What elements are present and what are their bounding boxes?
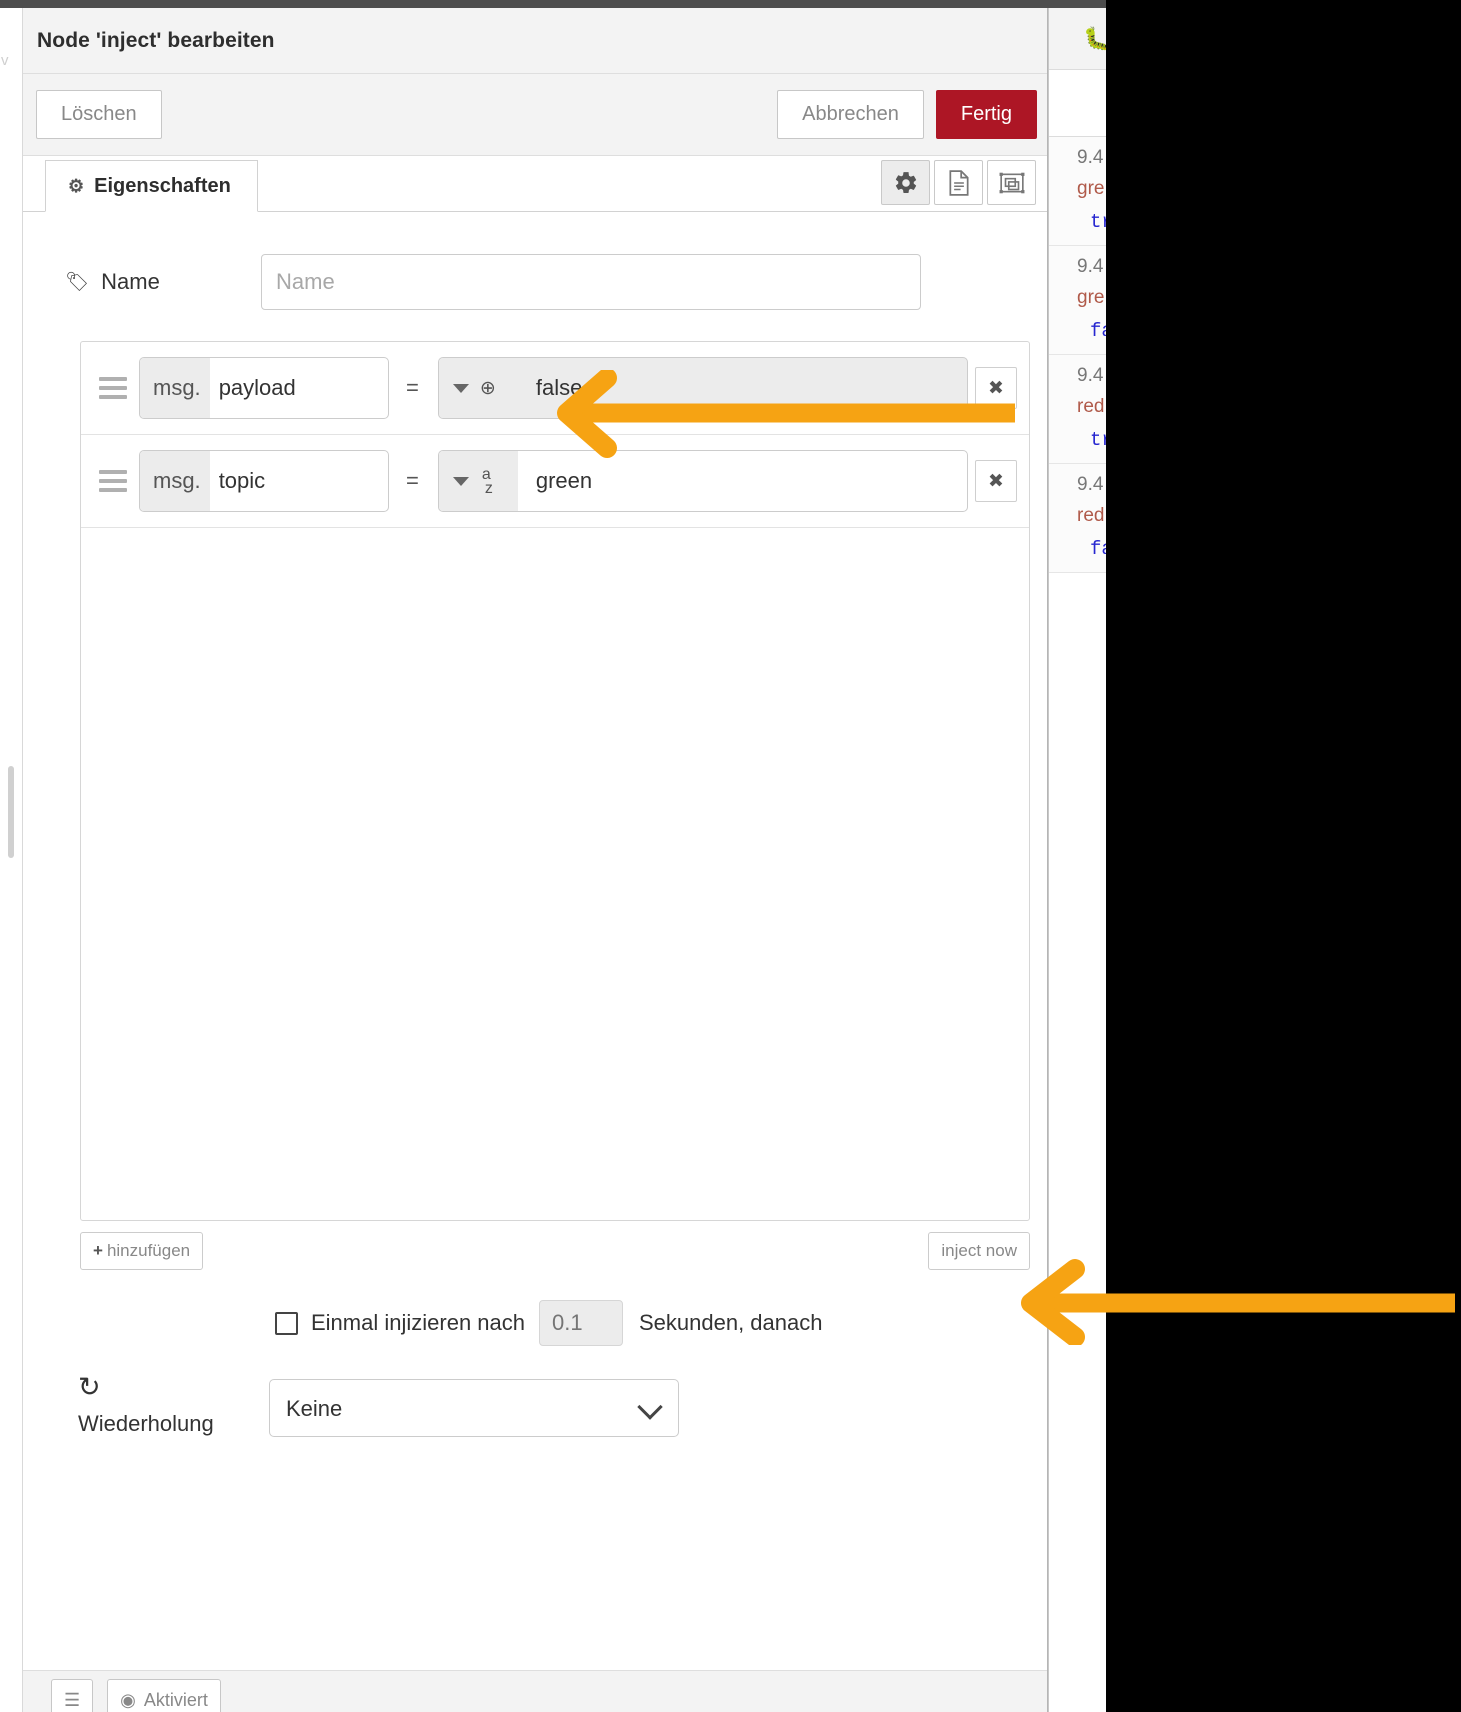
equals-sign: = — [406, 375, 419, 400]
value-type-selector-payload[interactable]: ⊕ — [438, 358, 518, 418]
dialog-footer: ☰ ◉ Aktiviert — [23, 1670, 1047, 1712]
property-list-actions: + hinzufügen inject now — [80, 1232, 1030, 1270]
cancel-button[interactable]: Abbrechen — [777, 90, 924, 139]
property-name-value: payload — [218, 375, 296, 400]
chevron-down-icon — [452, 476, 469, 486]
inject-once-delay-input[interactable] — [539, 1300, 623, 1346]
add-property-button[interactable]: + hinzufügen — [80, 1232, 204, 1270]
done-button[interactable]: Fertig — [935, 90, 1037, 139]
value-type-selector-topic[interactable]: az — [438, 451, 518, 511]
property-list: msg. payload = ⊕ false ✖ msg. topic = a … — [80, 341, 1030, 1221]
boolean-icon: ⊕ — [479, 377, 496, 399]
property-value-topic: green — [535, 468, 593, 493]
property-value-field-topic[interactable]: az green — [437, 450, 968, 512]
property-name-field-topic[interactable]: msg. topic — [139, 450, 389, 512]
enabled-icon: ◉ — [120, 1689, 136, 1710]
inject-once-row: Einmal injizieren nach Sekunden, danach — [275, 1300, 1047, 1346]
gear-icon: ⚙ — [68, 175, 85, 196]
dialog-body: 🏷 Name msg. payload = — [23, 212, 1047, 1437]
repeat-select[interactable]: Keine — [269, 1379, 679, 1437]
repeat-select-wrap: Keine — [269, 1379, 679, 1437]
inject-once-checkbox[interactable] — [275, 1311, 298, 1335]
enabled-label: Aktiviert — [143, 1689, 208, 1710]
name-input[interactable] — [261, 254, 921, 310]
appearance-icon-button[interactable] — [987, 160, 1036, 205]
chevron-down-icon — [452, 383, 469, 393]
delete-button[interactable]: Löschen — [36, 90, 162, 139]
repeat-label-group: ↻ Wiederholung — [78, 1374, 269, 1437]
msg-prefix-label: msg. — [140, 358, 210, 418]
settings-icon-button[interactable] — [881, 160, 930, 205]
property-row-topic: msg. topic = az green ✖ — [81, 435, 1029, 528]
dialog-tool-buttons — [881, 160, 1036, 205]
screenshot-root: v Node 'inject' bearbeiten Löschen Abbre… — [0, 0, 1461, 1712]
tab-properties-label: Eigenschaften — [94, 174, 231, 197]
msg-prefix-label: msg. — [140, 451, 210, 511]
document-icon — [948, 169, 969, 196]
footer-menu-button[interactable]: ☰ — [51, 1679, 94, 1712]
property-name-value: topic — [218, 468, 266, 493]
dialog-action-bar: Löschen Abbrechen Fertig — [23, 74, 1047, 156]
canvas-ghost-label: v — [1, 52, 9, 69]
drag-handle-icon[interactable] — [99, 470, 131, 492]
plus-icon: + — [93, 1241, 103, 1260]
canvas-scrollbar-handle[interactable] — [8, 766, 14, 858]
screen-occlusion-overlay — [1106, 0, 1461, 1712]
tab-properties[interactable]: ⚙ Eigenschaften — [45, 160, 258, 212]
delete-property-row-payload[interactable]: ✖ — [975, 367, 1017, 409]
dialog-header: Node 'inject' bearbeiten — [23, 8, 1047, 74]
delete-property-row-topic[interactable]: ✖ — [975, 460, 1017, 502]
inject-now-button[interactable]: inject now — [928, 1232, 1030, 1270]
property-value-field-payload[interactable]: ⊕ false — [437, 357, 968, 419]
name-label: Name — [101, 269, 160, 294]
name-row: 🏷 Name — [23, 212, 1047, 310]
dialog-title: Node 'inject' bearbeiten — [37, 28, 275, 52]
refresh-icon: ↻ — [78, 1372, 101, 1402]
property-row-payload: msg. payload = ⊕ false ✖ — [81, 342, 1029, 435]
gear-icon — [895, 171, 916, 193]
string-az-icon: az — [481, 466, 493, 497]
description-icon-button[interactable] — [934, 160, 983, 205]
property-name-field-payload[interactable]: msg. payload — [139, 357, 389, 419]
enabled-toggle-button[interactable]: ◉ Aktiviert — [107, 1679, 221, 1712]
inject-once-suffix: Sekunden, danach — [639, 1310, 823, 1335]
inject-once-label: Einmal injizieren nach — [311, 1310, 525, 1335]
property-value-payload: false — [535, 375, 583, 400]
equals-sign: = — [406, 468, 419, 493]
dialog-tab-bar: ⚙ Eigenschaften — [23, 156, 1047, 212]
node-appearance-icon — [999, 172, 1024, 193]
menu-icon: ☰ — [64, 1689, 81, 1710]
edit-inject-node-dialog: Node 'inject' bearbeiten Löschen Abbrech… — [22, 8, 1048, 1712]
repeat-label: Wiederholung — [78, 1411, 214, 1436]
repeat-row: ↻ Wiederholung Keine — [78, 1374, 1047, 1437]
editor-canvas-edge: v — [0, 8, 23, 1712]
add-property-label: hinzufügen — [106, 1241, 191, 1260]
tag-icon: 🏷 — [65, 272, 90, 293]
name-label-group: 🏷 Name — [65, 269, 261, 295]
drag-handle-icon[interactable] — [99, 377, 131, 399]
